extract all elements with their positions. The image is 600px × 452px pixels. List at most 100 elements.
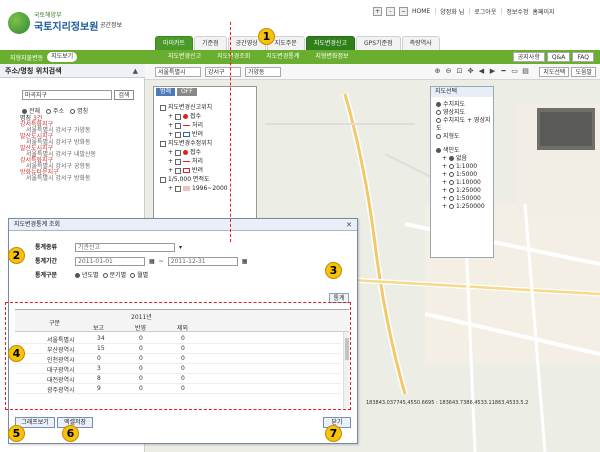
map-toolbar: 서울특별시 강서구 가양동 ⊕ ⊖ ⊡ ✥ ◀ ▶ ━ ▭ ▤ 지도선택 도움말 — [145, 64, 600, 80]
map-buttons: 지도선택 도움말 — [539, 67, 596, 77]
annotation-box — [5, 302, 351, 410]
subnav-item-terrain[interactable]: 지형변화정보 — [307, 50, 356, 64]
subnav-right: 공지사항 Q&A FAQ — [512, 52, 594, 62]
layer-panel: 범례 OFF 지도변경신고위치 + 접수 + 처리 + 반려 지도변경수정위치 + 접수… — [153, 86, 257, 222]
subnav-left: 지형지물변동 지도보기 — [10, 52, 78, 62]
unit-quarterly[interactable]: 분기별 — [102, 271, 126, 280]
basemap-option[interactable]: 지형도 — [436, 133, 493, 141]
faq-button[interactable]: FAQ — [572, 52, 594, 62]
stats-unit-label: 통계구분 — [35, 272, 58, 279]
callout-5: 5 — [8, 425, 25, 442]
logo-main: 국토지리정보원 — [34, 22, 99, 33]
basemap-option[interactable]: 수치지도 + 영상지도 — [436, 117, 493, 133]
tab-gps[interactable]: GPS기준점 — [355, 36, 401, 50]
unit-monthly[interactable]: 월별 — [130, 271, 148, 280]
search-button[interactable]: 검색 — [114, 90, 134, 100]
date-to-input[interactable]: 2011-12-31 — [167, 257, 238, 266]
layer-group[interactable]: 지도변경신고위치 — [160, 103, 228, 112]
annotation-line — [230, 22, 231, 242]
calendar-icon[interactable]: ▦ — [242, 257, 248, 266]
index-map-label: 색인도 — [436, 147, 493, 155]
area-icon[interactable]: ▭ — [510, 67, 519, 76]
tab-map-change[interactable]: 지도변경신고 — [305, 36, 355, 50]
radio-name[interactable]: 명칭 — [70, 106, 88, 115]
layer-item[interactable]: + 처리 — [160, 121, 228, 130]
logout-link[interactable]: 로그아웃 — [474, 7, 496, 16]
layer-tabs: 범례 OFF — [154, 87, 256, 97]
zoom-out-icon[interactable]: ⊖ — [444, 67, 453, 76]
tab-control-points[interactable]: 기준점 — [194, 36, 227, 50]
pan-icon[interactable]: ✥ — [466, 67, 475, 76]
index-option[interactable]: + 1:10000 — [436, 179, 493, 187]
dong-select[interactable]: 가양동 — [245, 67, 281, 77]
help-button[interactable]: 도움말 — [571, 67, 596, 77]
layer-item[interactable]: + 반려 — [160, 166, 228, 175]
utility-bar: + - − HOME | 양정화 님 | 로그아웃 | 정보수정 홈페이지 — [373, 6, 555, 16]
tab-survey-history[interactable]: 측량역사 — [401, 36, 440, 50]
map-select-button[interactable]: 지도선택 — [539, 67, 570, 77]
callout-1: 1 — [258, 28, 275, 45]
index-option[interactable]: + 1:5000 — [436, 171, 493, 179]
close-icon[interactable]: ✕ — [346, 221, 352, 229]
layer-item[interactable]: +1996~2000 — [160, 184, 228, 193]
map-view-button[interactable]: 지도보기 — [47, 52, 78, 62]
layer-item[interactable]: + 접수 — [160, 148, 228, 157]
layer-item[interactable]: + 반려 — [160, 130, 228, 139]
print-icon[interactable]: ▤ — [521, 67, 530, 76]
layer-group[interactable]: 1/5,000 면적도 — [160, 175, 228, 184]
stats-type-select[interactable]: 기관신고 — [75, 243, 175, 252]
logo-mark-icon — [8, 12, 30, 34]
index-option[interactable]: + 1:1000 — [436, 163, 493, 171]
next-icon[interactable]: ▶ — [488, 67, 497, 76]
radio-all[interactable]: 전체 — [22, 106, 40, 115]
basemap-option[interactable]: 수치지도 — [436, 101, 493, 109]
unit-yearly[interactable]: 년도별 — [75, 271, 99, 280]
subnav-item-report[interactable]: 지도변경신고 — [160, 50, 209, 64]
search-type-radios: 전체 주소 명칭 — [22, 106, 88, 115]
index-option[interactable]: + 없음 — [436, 155, 493, 163]
edit-info-link[interactable]: 정보수정 — [506, 7, 528, 16]
index-option[interactable]: + 1:250000 — [436, 203, 493, 211]
index-option[interactable]: + 1:25000 — [436, 187, 493, 195]
layer-item[interactable]: + 처리 — [160, 157, 228, 166]
sido-select[interactable]: 서울특별시 — [155, 67, 201, 77]
homepage-link[interactable]: 홈페이지 — [532, 7, 554, 16]
subnav-left-label[interactable]: 지형지물변동 — [10, 53, 43, 62]
sigungu-select[interactable]: 강서구 — [205, 67, 241, 77]
user-name: 양정화 님 — [440, 8, 465, 16]
calendar-icon[interactable]: ▦ — [149, 257, 155, 266]
zoom-in-icon[interactable]: ⊕ — [433, 67, 442, 76]
zoom-in-icon[interactable]: + — [373, 6, 382, 16]
qna-button[interactable]: Q&A — [546, 52, 571, 62]
layer-group[interactable]: 지도변경수정위치 — [160, 139, 228, 148]
stats-type-row: 통계종류 기관신고 ▾ — [35, 243, 182, 252]
radio-address[interactable]: 주소 — [46, 106, 64, 115]
home-link[interactable]: HOME — [412, 8, 430, 15]
measure-icon[interactable]: ━ — [499, 67, 508, 76]
subnav-item-query[interactable]: 지도변경조회 — [209, 50, 258, 64]
legend-tab[interactable]: 범례 — [156, 88, 176, 96]
prev-icon[interactable]: ◀ — [477, 67, 486, 76]
off-tab[interactable]: OFF — [177, 88, 197, 96]
page-header: 국토해양부 국토지리정보원 공간정보 + - − HOME | 양정화 님 | … — [0, 0, 600, 50]
index-option[interactable]: + 1:50000 — [436, 195, 493, 203]
zoom-out-icon[interactable]: − — [399, 6, 408, 16]
dialog-title: 지도변경통계 조회 — [9, 219, 357, 231]
stats-unit-row: 통계구분 년도별 분기별 월별 — [35, 271, 148, 280]
list-item[interactable]: 방화뉴타운지구 서울특별시 강서구 방화동 — [20, 170, 140, 182]
collapse-icon[interactable]: ▲ — [133, 67, 138, 75]
notice-button[interactable]: 공지사항 — [512, 52, 545, 62]
zoom-box-icon[interactable]: ⊡ — [455, 67, 464, 76]
chevron-down-icon[interactable]: ▾ — [179, 243, 182, 252]
date-from-input[interactable]: 2011-01-01 — [75, 257, 145, 266]
zoom-reset-icon[interactable]: - — [386, 6, 395, 16]
layer-item[interactable]: + 접수 — [160, 112, 228, 121]
tab-mycart[interactable]: 마이카트 — [155, 36, 194, 50]
top-nav: 마이카트 기준점 공간영상 지도주문 지도변경신고 GPS기준점 측량역사 — [155, 36, 441, 50]
logo[interactable]: 국토해양부 국토지리정보원 공간정보 — [8, 8, 128, 42]
basemap-option[interactable]: 영상지도 — [436, 109, 493, 117]
search-input[interactable]: 마곡지구 — [22, 90, 112, 100]
basemap-title: 지도선택 — [431, 87, 493, 97]
subnav-item-stats[interactable]: 지도변경통계 — [258, 50, 307, 64]
coord-readout: 183843.037745,4550.6695 : 183643.7386,45… — [366, 400, 529, 406]
